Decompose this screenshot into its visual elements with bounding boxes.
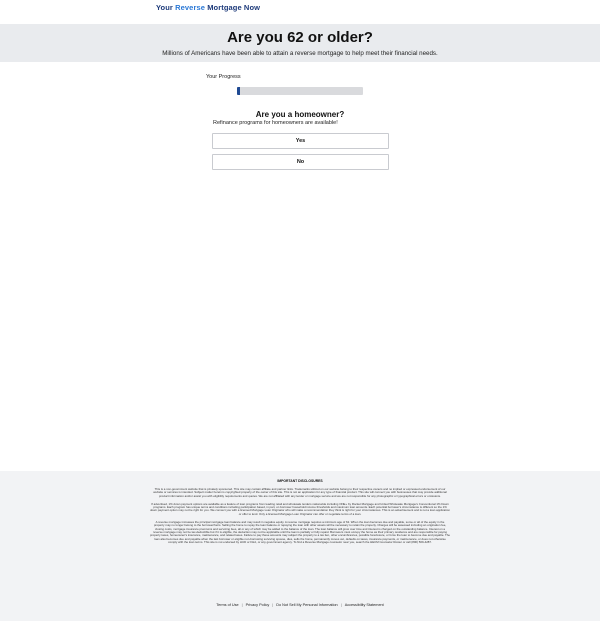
question-title: Are you a homeowner? <box>255 110 345 119</box>
top-bar: Your Reverse Mortgage Now <box>0 0 600 24</box>
privacy-policy-link[interactable]: Privacy Policy <box>246 603 270 607</box>
footer-separator: | <box>340 603 342 607</box>
footer-links: Terms of Use | Privacy Policy | Do Not Sell … <box>0 603 600 607</box>
disclosures-section: IMPORTANT DISCLOSURES This is a non-gove… <box>0 471 600 621</box>
footer-separator: | <box>272 603 274 607</box>
footer-separator: | <box>241 603 243 607</box>
question-subtitle: Refinance programs for homeowners are av… <box>213 120 338 126</box>
progress-label: Your Progress <box>206 74 241 80</box>
hero-title: Are you 62 or older? <box>227 29 373 46</box>
logo-text-2: Reverse <box>175 3 206 12</box>
do-not-sell-link[interactable]: Do Not Sell My Personal Information <box>276 603 337 607</box>
no-button[interactable]: No <box>212 154 389 170</box>
logo-text-3: Mortgage Now <box>205 3 261 12</box>
site-logo[interactable]: Your Reverse Mortgage Now <box>156 3 260 12</box>
accessibility-statement-link[interactable]: Accessibility Statement <box>345 603 384 607</box>
logo-text-1: Your <box>156 3 176 12</box>
disclosure-paragraph: This is a non-government website that is… <box>153 487 447 498</box>
disclosure-paragraph: A reverse mortgage increases the princip… <box>150 520 451 544</box>
progress-bar <box>237 87 363 95</box>
terms-of-use-link[interactable]: Terms of Use <box>216 603 238 607</box>
disclosure-paragraph: If advertised, 1% down payment options a… <box>150 501 450 516</box>
progress-bar-fill <box>237 87 240 95</box>
hero-banner: Are you 62 or older? Millions of America… <box>0 24 600 62</box>
yes-button[interactable]: Yes <box>212 133 389 149</box>
disclosures-heading: IMPORTANT DISCLOSURES <box>277 479 323 483</box>
hero-subtitle: Millions of Americans have been able to … <box>162 50 438 57</box>
